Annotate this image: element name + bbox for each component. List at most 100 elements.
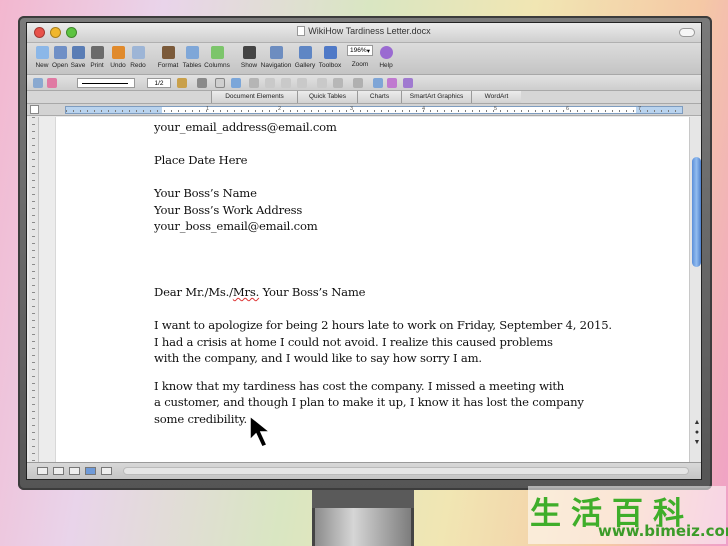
distribute-columns-icon[interactable] — [317, 78, 327, 88]
next-page-icon[interactable]: ▼ — [693, 439, 701, 447]
vertical-scroll-thumb[interactable] — [692, 157, 701, 267]
zoom-label: Zoom — [351, 61, 369, 68]
word-window: WikiHow Tardiness Letter.docx New Open Sav… — [26, 22, 702, 480]
salutation-prefix: Dear Mr./Ms./ — [154, 285, 233, 299]
print-button[interactable]: Print — [87, 45, 107, 69]
paragraph-line: I know that my tardiness has cost the co… — [154, 378, 565, 393]
notebook-view-button[interactable] — [101, 467, 112, 475]
pen-color-icon[interactable] — [177, 78, 187, 88]
tab-stop-selector[interactable] — [30, 105, 39, 114]
paragraph-line: I want to apologize for being 2 hours la… — [154, 318, 612, 332]
navigation-button[interactable]: Navigation — [259, 45, 293, 69]
pencil-icon[interactable] — [33, 78, 43, 88]
eraser-icon[interactable] — [47, 78, 57, 88]
paragraph-line: with the company, and I would like to sa… — [154, 351, 482, 365]
salutation-suffix: Your Boss’s Name — [259, 285, 366, 299]
border-icon[interactable] — [197, 78, 207, 88]
sort-icon[interactable] — [373, 78, 383, 88]
document-icon — [297, 26, 306, 36]
standard-toolbar: New Open Save Print Undo Redo Format Tables Colu… — [27, 43, 701, 75]
vertical-ruler-ticks — [32, 117, 35, 462]
letter-body[interactable]: your_email_address@email.com Place Date … — [154, 119, 614, 427]
ribbon-tab-quick-tables[interactable]: Quick Tables — [297, 91, 357, 103]
toolbox-button-label: Toolbox — [318, 62, 342, 69]
line-style-select[interactable] — [77, 78, 135, 88]
vertical-ruler[interactable] — [29, 117, 39, 462]
toolbar-toggle-button[interactable] — [679, 28, 695, 37]
ruler-number: 3 — [350, 106, 354, 112]
ribbon-tab-charts[interactable]: Charts — [357, 91, 401, 103]
open-button[interactable]: Open — [51, 45, 69, 69]
help-button[interactable]: Help — [373, 45, 399, 69]
columns-button[interactable]: Columns — [203, 45, 231, 69]
redo-icon — [131, 46, 145, 59]
ribbon-tab-smartart-graphics[interactable]: SmartArt Graphics — [401, 91, 471, 103]
ruler-number: 6 — [566, 106, 570, 112]
cell-split-icon[interactable] — [265, 78, 275, 88]
columns-button-label: Columns — [204, 62, 230, 69]
status-bar — [27, 462, 701, 479]
vertical-scrollbar[interactable]: ▲ ● ▼ — [689, 117, 701, 462]
format-brush-icon — [161, 46, 175, 59]
spelling-flag-mrs[interactable]: Mrs. — [233, 285, 259, 299]
autosum-icon[interactable] — [387, 78, 397, 88]
undo-button-label: Undo — [110, 62, 126, 69]
tables-button[interactable]: Tables — [181, 45, 203, 69]
draft-view-button[interactable] — [37, 467, 48, 475]
window-title: WikiHow Tardiness Letter.docx — [27, 26, 701, 36]
help-button-label: Help — [379, 62, 393, 69]
toolbox-icon — [323, 46, 337, 59]
align-grid-icon[interactable] — [249, 78, 259, 88]
zoom-control[interactable]: 196% ▾ Zoom — [347, 45, 373, 68]
save-button[interactable]: Save — [69, 45, 87, 69]
salutation: Dear Mr./Ms./Mrs. Your Boss’s Name — [154, 284, 614, 301]
document-page[interactable]: your_email_address@email.com Place Date … — [55, 117, 689, 462]
elements-ribbon: Document Elements Quick Tables Charts Smart… — [27, 91, 701, 104]
save-button-label: Save — [70, 62, 86, 69]
document-area: your_email_address@email.com Place Date … — [27, 117, 701, 462]
monitor-stand-neck — [312, 490, 414, 508]
formula-icon[interactable] — [403, 78, 413, 88]
ruler-number: 4 — [422, 106, 426, 112]
fill-color-icon[interactable] — [231, 78, 241, 88]
undo-button[interactable]: Undo — [107, 45, 129, 69]
format-button[interactable]: Format — [155, 45, 181, 69]
watermark: 生活百科 www.bimeiz.com — [528, 486, 728, 544]
ribbon-tab-document-elements[interactable]: Document Elements — [211, 91, 297, 103]
text-direction-icon[interactable] — [353, 78, 363, 88]
undo-icon — [111, 46, 125, 59]
horizontal-ruler-row: 1 2 3 4 5 6 7 — [27, 104, 701, 116]
redo-button[interactable]: Redo — [129, 45, 147, 69]
help-icon — [379, 46, 393, 59]
gallery-button-label: Gallery — [294, 62, 316, 69]
save-disk-icon — [71, 46, 85, 59]
paragraph-line: some credibility. — [154, 411, 247, 426]
horizontal-ruler[interactable]: 1 2 3 4 5 6 7 — [65, 106, 683, 114]
browse-object-icon[interactable]: ● — [693, 429, 701, 437]
new-button[interactable]: New — [33, 45, 51, 69]
horizontal-scrollbar[interactable] — [123, 467, 689, 475]
new-document-icon — [35, 46, 49, 59]
columns-icon — [210, 46, 224, 59]
gallery-button[interactable]: Gallery — [293, 45, 317, 69]
shading-icon[interactable] — [215, 78, 225, 88]
boss-name: Your Boss’s Name — [154, 186, 257, 200]
redo-button-label: Redo — [130, 62, 146, 69]
cell-merge-icon[interactable] — [281, 78, 291, 88]
paragraph-line: I had a crisis at home I could not avoid… — [154, 334, 553, 349]
distribute-rows-icon[interactable] — [297, 78, 307, 88]
open-folder-icon — [53, 46, 67, 59]
publishing-view-button[interactable] — [69, 467, 80, 475]
toolbox-button[interactable]: Toolbox — [317, 45, 343, 69]
sender-email: your_email_address@email.com — [154, 120, 337, 134]
table-borders-icon[interactable] — [333, 78, 343, 88]
previous-page-icon[interactable]: ▲ — [693, 419, 701, 427]
zoom-select[interactable]: 196% ▾ — [347, 45, 373, 56]
ribbon-tab-wordart[interactable]: WordArt — [471, 91, 521, 103]
outline-view-button[interactable] — [53, 467, 64, 475]
ruler-number: 2 — [278, 106, 282, 112]
tables-button-label: Tables — [182, 62, 202, 69]
print-layout-view-button[interactable] — [85, 467, 96, 475]
line-weight-select[interactable]: 1/2 — [147, 78, 171, 88]
show-button[interactable]: Show — [239, 45, 259, 69]
